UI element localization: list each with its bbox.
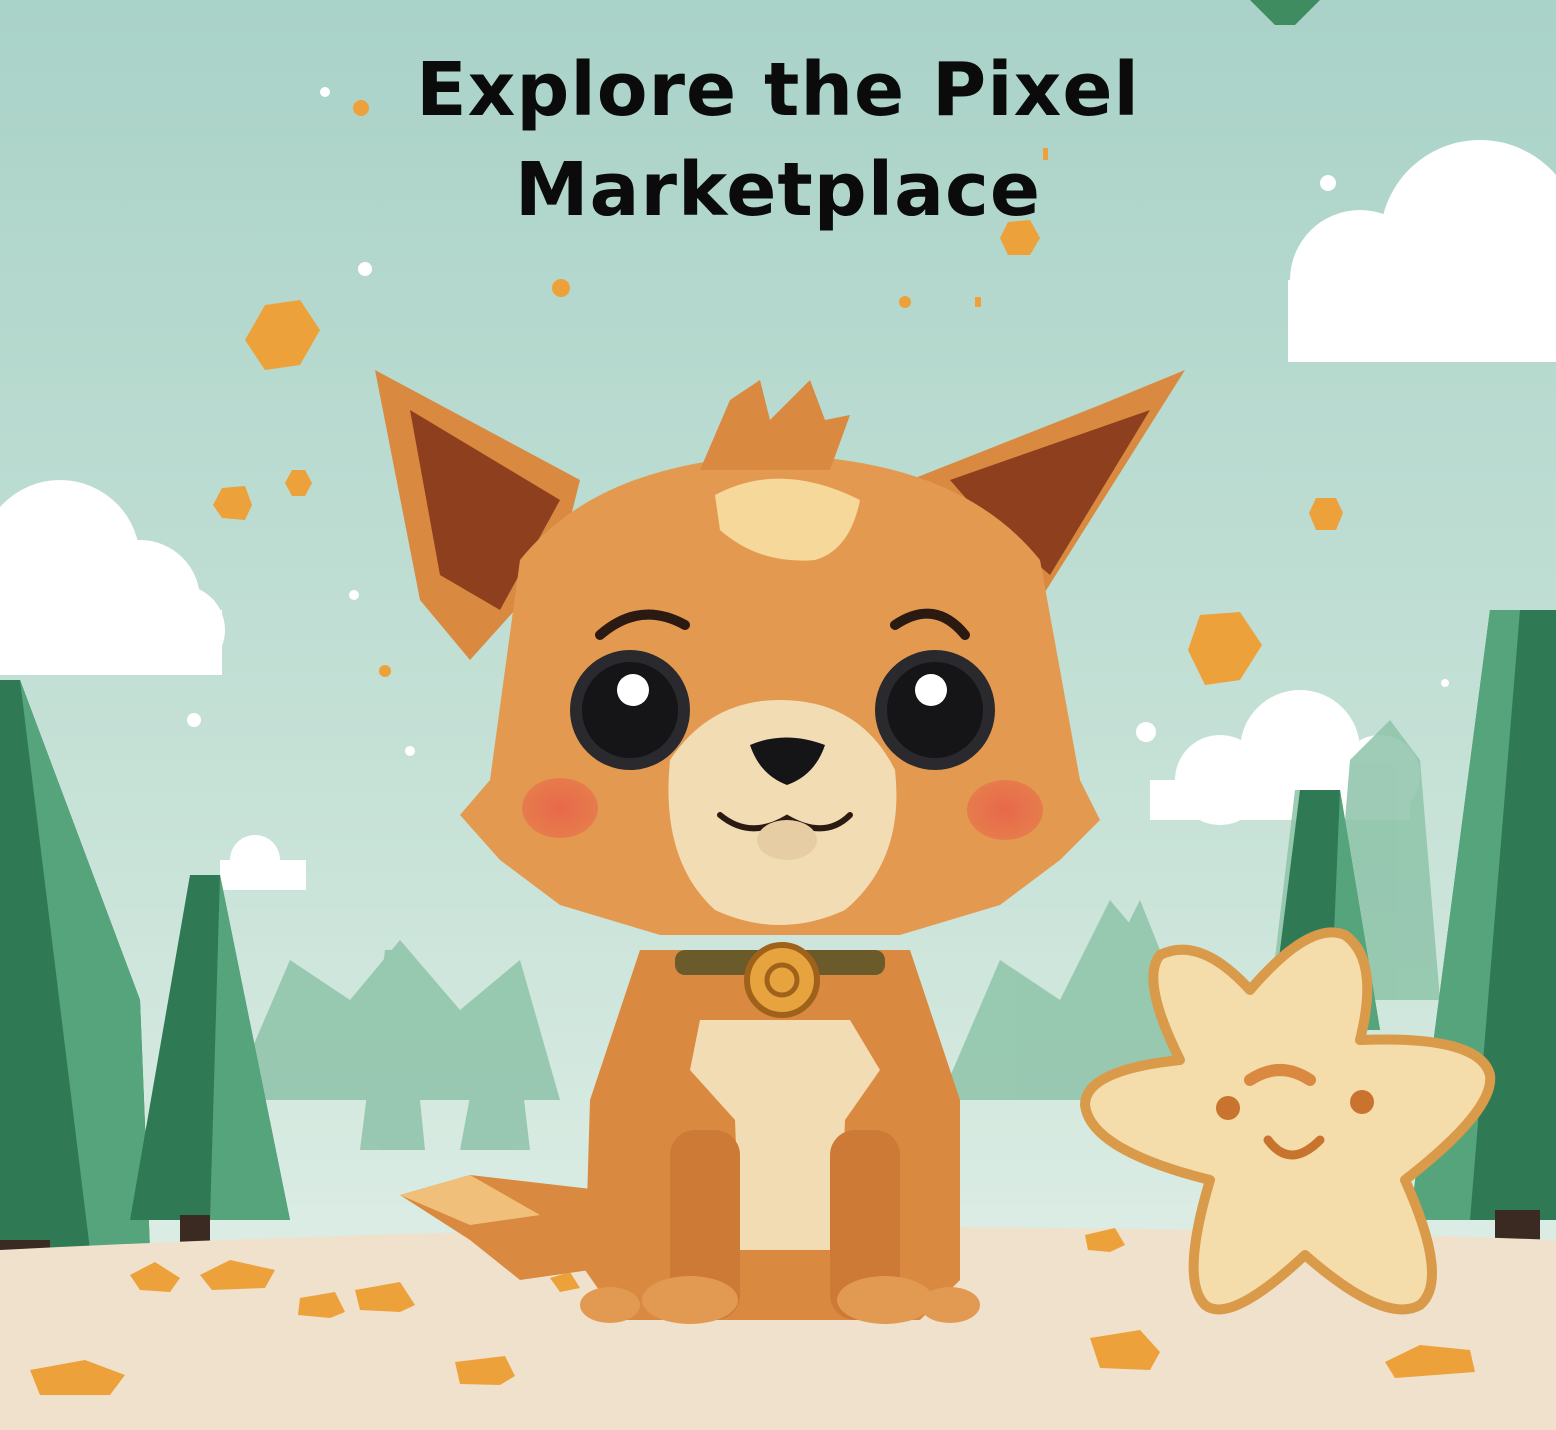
- fox-eye-right: [875, 650, 995, 770]
- fox-cheek-left: [522, 778, 598, 838]
- collar-tag: [744, 942, 820, 1018]
- fox-cheek-right: [967, 780, 1043, 840]
- fox-eye-left: [570, 650, 690, 770]
- star-cookie-eye-left: [1216, 1096, 1240, 1120]
- fox-muzzle: [668, 700, 897, 925]
- page-title-line-1: Explore the Pixel: [416, 47, 1140, 133]
- star-cookie-eye-right: [1350, 1090, 1374, 1114]
- page-title-line-2: Marketplace: [514, 147, 1042, 233]
- page-title: Explore the Pixel Marketplace: [378, 40, 1178, 240]
